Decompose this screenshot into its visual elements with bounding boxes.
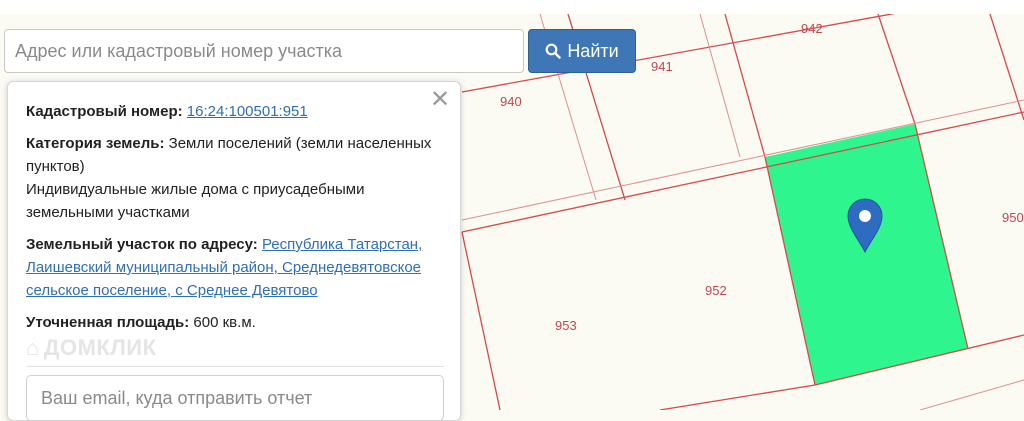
search-icon [545,43,562,59]
top-strip [0,0,1024,14]
land-category-label: Категория земель: [26,135,165,152]
area-value: 600 кв.м. [193,314,256,331]
address-row: Земельный участок по адресу: Республика … [26,233,446,302]
address-label: Земельный участок по адресу: [26,236,258,253]
parcel-label-953: 953 [555,318,577,333]
divider [26,366,444,367]
domclick-watermark: ⌂ ДОМКЛИК [26,335,157,361]
cadastral-number-link[interactable]: 16:24:100501:951 [187,103,308,120]
land-usage-value: Индивидуальные жилые дома с приусадебным… [26,181,365,221]
domclick-logo-icon: ⌂ [26,335,40,360]
email-input[interactable] [26,375,444,421]
land-category-row: Категория земель: Земли поселений (земли… [26,132,446,224]
parcel-info-panel: ✕ Кадастровый номер: 16:24:100501:951 Ка… [7,81,461,421]
parcel-label-941: 941 [651,59,673,74]
parcel-label-950: 950 [1002,210,1024,225]
cadastral-number-label: Кадастровый номер: [26,103,183,120]
search-button[interactable]: Найти [528,29,636,73]
parcel-label-952: 952 [705,283,727,298]
search-button-label: Найти [567,40,619,61]
area-label: Уточненная площадь: [26,314,190,331]
area-row: Уточненная площадь: 600 кв.м. [26,311,446,334]
watermark-text: ДОМКЛИК [43,335,157,360]
parcel-label-940: 940 [500,94,522,109]
search-input[interactable] [4,29,524,73]
cadastral-number-row: Кадастровый номер: 16:24:100501:951 [26,100,446,123]
parcel-label-942: 942 [801,21,823,36]
